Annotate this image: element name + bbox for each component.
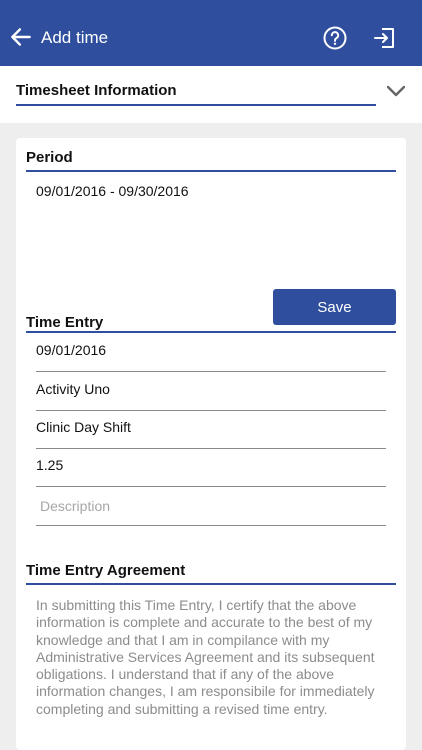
period-divider	[26, 170, 396, 172]
agreement-heading: Time Entry Agreement	[26, 562, 186, 579]
time-entry-heading: Time Entry	[26, 314, 104, 331]
app-bar: Add time	[0, 0, 422, 66]
exit-icon[interactable]	[372, 25, 398, 51]
activity-value: Activity Uno	[36, 381, 110, 397]
activity-field[interactable]: Activity Uno	[36, 373, 386, 411]
help-circle-icon[interactable]	[322, 25, 348, 51]
chevron-down-icon[interactable]	[384, 79, 408, 103]
agreement-divider	[26, 583, 396, 585]
date-value: 09/01/2016	[36, 342, 107, 358]
shift-field[interactable]: Clinic Day Shift	[36, 411, 386, 449]
hours-field[interactable]: 1.25	[36, 449, 386, 487]
save-button[interactable]: Save	[273, 289, 396, 325]
description-field[interactable]	[36, 488, 386, 526]
time-entry-divider	[26, 331, 396, 333]
timesheet-information-label: Timesheet Information	[16, 82, 177, 99]
agreement-text: In submitting this Time Entry, I certify…	[36, 597, 375, 717]
date-field[interactable]: 09/01/2016	[36, 334, 386, 372]
section-underline	[16, 104, 376, 106]
description-input[interactable]	[36, 493, 386, 519]
arrow-left-icon[interactable]	[8, 24, 34, 50]
hours-value: 1.25	[36, 457, 64, 473]
timesheet-information-header[interactable]: Timesheet Information	[0, 66, 422, 123]
period-value: 09/01/2016 - 09/30/2016	[36, 183, 189, 199]
page-title: Add time	[41, 28, 109, 47]
shift-value: Clinic Day Shift	[36, 419, 131, 435]
period-heading: Period	[26, 149, 73, 166]
form-card: Period 09/01/2016 - 09/30/2016 Save Time…	[16, 138, 406, 750]
